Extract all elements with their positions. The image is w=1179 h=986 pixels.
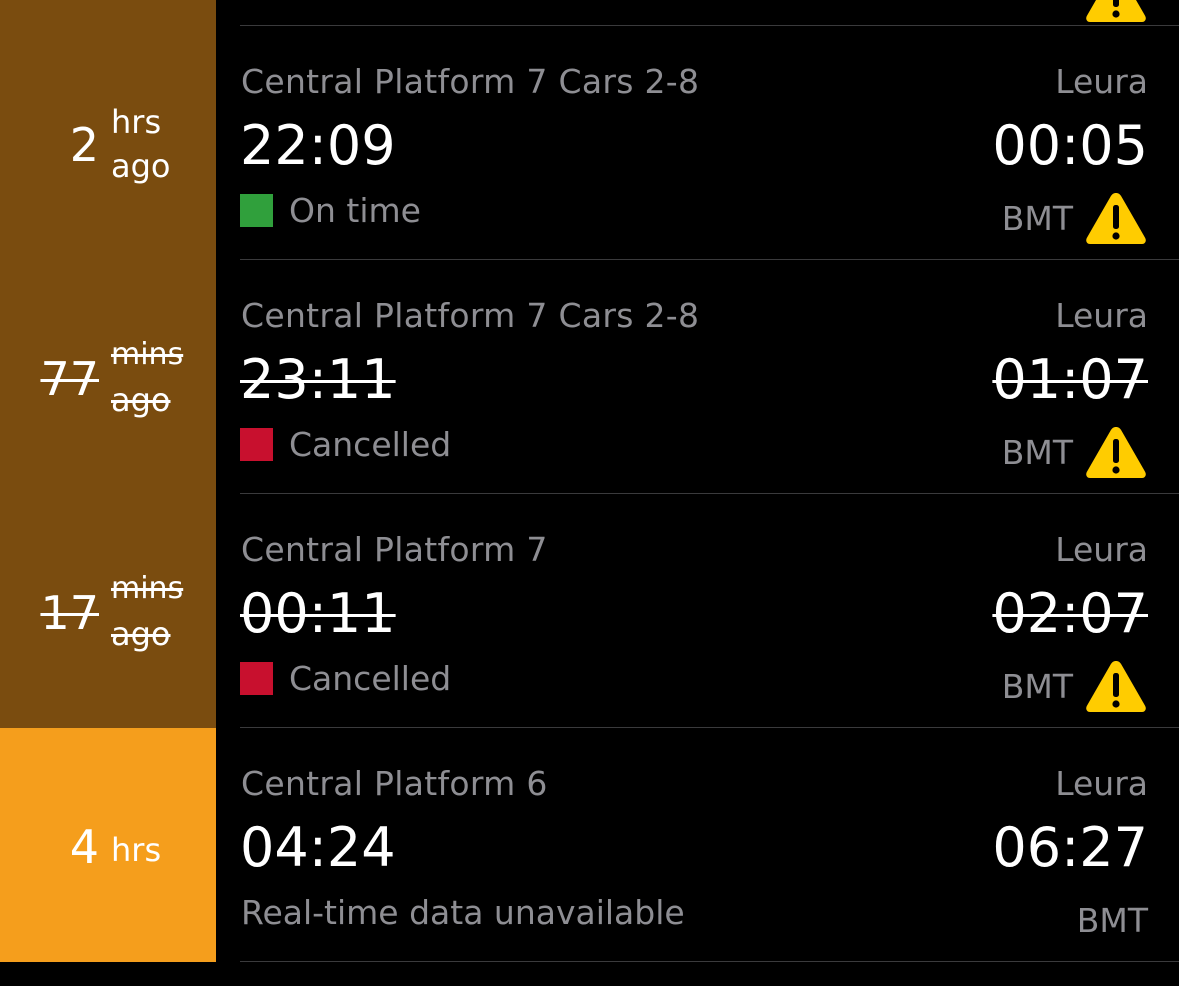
time-until-unit: hrs (111, 831, 162, 869)
status: Cancelled (240, 424, 452, 464)
time-until-number: 4 (69, 820, 99, 874)
time-ago-suffix: ago (111, 381, 171, 419)
time-ago-unit: mins (111, 571, 184, 606)
arrival-time: 06:27 (992, 816, 1148, 879)
cancelled-indicator (240, 661, 273, 695)
origin-station: Central Platform 7 Cars 2-8 (241, 296, 700, 335)
on-time-indicator (240, 193, 273, 227)
status: Cancelled (240, 658, 452, 698)
time-ago-number: 17 (40, 586, 99, 640)
warning-icon[interactable] (1084, 658, 1148, 714)
origin-station: Central Platform 7 (241, 530, 548, 569)
time-ago-number: 77 (40, 352, 99, 406)
cancelled-indicator (240, 427, 273, 461)
status-text: Cancelled (289, 424, 452, 464)
status-text: Real-time data unavailable (241, 892, 685, 932)
destination-station: Leura (1055, 62, 1148, 101)
origin-station: Central Platform 6 (241, 764, 548, 803)
line-code: BMT (1001, 432, 1073, 472)
line-code: BMT (1001, 198, 1073, 238)
previous-trip-row-partial[interactable] (0, 0, 1179, 26)
trip-row[interactable]: 17 mins ago Central Platform 7 Leura 00:… (0, 494, 1179, 728)
warning-icon[interactable] (1084, 424, 1148, 480)
departure-time: 23:11 (240, 348, 396, 411)
status: Real-time data unavailable (240, 892, 685, 932)
destination-station: Leura (1055, 530, 1148, 569)
time-ago-suffix: ago (111, 615, 171, 653)
arrival-time: 01:07 (992, 348, 1148, 411)
time-ago: 17 mins ago (0, 494, 216, 728)
time-ago: 77 mins ago (0, 260, 216, 494)
row-divider (240, 961, 1179, 962)
line-info: BMT (1002, 658, 1148, 714)
trip-row[interactable]: 4 hrs Central Platform 6 Leura 04:24 06:… (0, 728, 1179, 962)
arrival-time: 02:07 (992, 582, 1148, 645)
time-ago-number: 2 (69, 118, 99, 172)
status: On time (240, 190, 421, 230)
line-info: BMT (1002, 424, 1148, 480)
time-ago-suffix: ago (111, 147, 171, 185)
warning-icon[interactable] (1084, 190, 1148, 246)
time-until: 4 hrs (0, 728, 216, 962)
destination-station: Leura (1055, 296, 1148, 335)
arrival-time: 00:05 (992, 114, 1148, 177)
departure-time: 00:11 (240, 582, 396, 645)
time-ago-panel (0, 0, 216, 26)
departure-time: 04:24 (240, 816, 396, 879)
line-info: BMT (1077, 892, 1148, 948)
status-text: On time (289, 190, 421, 230)
origin-station: Central Platform 7 Cars 2-8 (241, 62, 700, 101)
warning-icon[interactable] (1084, 0, 1148, 26)
trip-row[interactable]: 77 mins ago Central Platform 7 Cars 2-8 … (0, 260, 1179, 494)
time-ago: 2 hrs ago (0, 26, 216, 260)
destination-station: Leura (1055, 764, 1148, 803)
line-info: BMT (1002, 190, 1148, 246)
time-ago-unit: hrs (111, 103, 162, 141)
departure-time: 22:09 (240, 114, 396, 177)
line-code: BMT (1076, 900, 1148, 940)
status-text: Cancelled (289, 658, 452, 698)
line-code: BMT (1001, 666, 1073, 706)
trip-row[interactable]: 2 hrs ago Central Platform 7 Cars 2-8 Le… (0, 26, 1179, 260)
time-ago-unit: mins (111, 337, 184, 372)
